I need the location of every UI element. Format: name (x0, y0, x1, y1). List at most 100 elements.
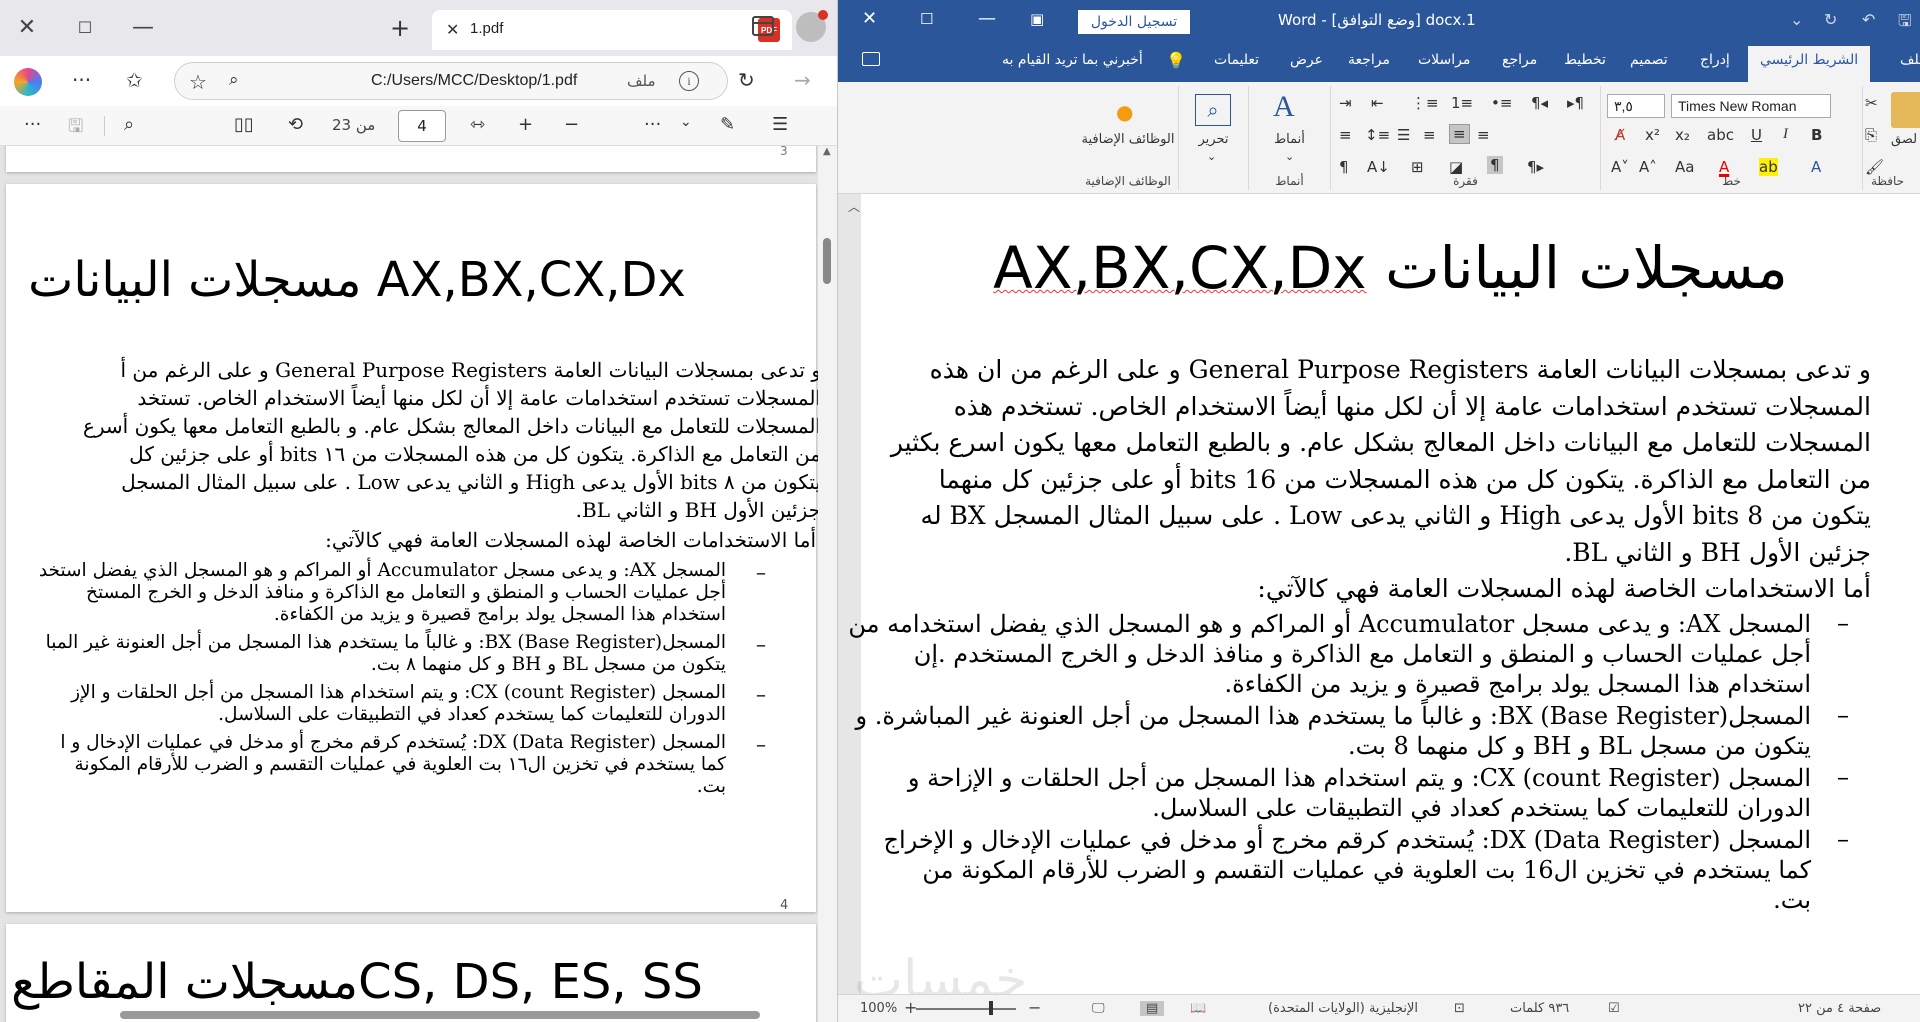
tell-me-input[interactable]: أخبرني بما تريد القيام به (1002, 52, 1143, 68)
new-tab-icon[interactable]: + (390, 14, 410, 42)
indent-icon[interactable]: ⇥ (1339, 94, 1352, 112)
customize-qat-icon[interactable]: ⌄ (1790, 10, 1803, 29)
clear-formatting-icon[interactable]: A̸ (1615, 126, 1625, 144)
more-tools-icon[interactable]: ··· (24, 114, 41, 135)
copy-icon[interactable]: ⎘ (1865, 126, 1877, 144)
zoom-level[interactable]: 100% (860, 1001, 897, 1016)
accessibility-icon[interactable]: ⊡ (1454, 1001, 1465, 1016)
font-name-select[interactable]: Times New Roman (1671, 94, 1831, 118)
rotate-icon[interactable]: ⟲ (288, 114, 303, 135)
read-mode-icon[interactable]: 📖 (1190, 1001, 1206, 1016)
favorites-icon[interactable]: ✩ (126, 68, 143, 92)
more-icon[interactable]: ··· (644, 114, 661, 135)
forward-icon[interactable]: → (794, 68, 811, 92)
pdf-canvas[interactable]: 3 مسجلات البيانات AX,BX,CX,Dx و تدعى بمس… (0, 146, 837, 1022)
align-left-icon[interactable]: ≡ (1423, 126, 1436, 144)
document-body[interactable]: و تدعى بمسجلات البيانات العامة General P… (848, 352, 1871, 915)
tab-actions-icon[interactable] (752, 16, 774, 36)
tab-help[interactable]: تعليمات (1214, 52, 1259, 68)
scrollbar-thumb[interactable] (823, 238, 831, 284)
tab-layout[interactable]: تخطيط (1564, 52, 1606, 68)
justify-icon[interactable]: ☰ (1397, 126, 1410, 144)
proofing-icon[interactable]: ☑ (1608, 1001, 1620, 1016)
zoom-slider-thumb[interactable] (989, 1001, 993, 1015)
search-icon[interactable]: ⌕ (1195, 94, 1231, 126)
refresh-icon[interactable]: ↻ (738, 68, 755, 92)
cut-icon[interactable]: ✂ (1865, 94, 1878, 112)
page-number-input[interactable]: 4 (398, 110, 446, 142)
comments-icon[interactable] (862, 52, 880, 66)
align-center-icon[interactable]: ≡ (1449, 124, 1470, 144)
vertical-scrollbar[interactable]: ▲ (818, 146, 837, 1022)
tab-insert[interactable]: إدراج (1700, 52, 1730, 68)
scroll-up-icon[interactable]: ▲ (823, 146, 831, 157)
zoom-out-icon[interactable]: − (564, 114, 579, 135)
chevron-down-icon[interactable]: ⌄ (1207, 150, 1216, 163)
document-area[interactable]: ︿ AX,BX,CX,Dx مسجلات البيانات و تدعى بمس… (838, 194, 1920, 994)
ltr-icon[interactable]: ▸¶ (1567, 94, 1584, 112)
url-text[interactable]: C:/Users/MCC/Desktop/1.pdf (371, 72, 577, 90)
profile-icon[interactable] (796, 10, 828, 42)
restore-icon[interactable]: ☐ (70, 12, 100, 42)
word-count[interactable]: ٩٣٦ كلمات (1510, 1001, 1569, 1016)
outdent-icon[interactable]: ⇤ (1371, 94, 1384, 112)
draw-icon[interactable]: ✎ (720, 114, 735, 135)
tab-file[interactable]: ملف (1900, 52, 1920, 68)
tab-mailings[interactable]: مراسلات (1418, 52, 1470, 68)
styles-button[interactable]: أنماط (1249, 132, 1330, 147)
line-spacing-icon[interactable]: ↕≡ (1365, 126, 1390, 144)
numbering-icon[interactable]: 1≡ (1451, 94, 1473, 112)
zoom-icon[interactable]: ⌕ (229, 70, 239, 90)
paste-icon[interactable] (1891, 92, 1920, 128)
paragraph-mark-icon[interactable]: ¶ (1487, 156, 1503, 174)
page-view-icon[interactable]: ▯▯ (234, 114, 254, 135)
collapse-ribbon-icon[interactable]: ︿ (848, 198, 860, 215)
zoom-out-icon[interactable]: − (1028, 998, 1041, 1017)
addins-icon[interactable]: ● (1116, 100, 1133, 124)
tab-design[interactable]: تصميم (1630, 52, 1668, 68)
info-icon[interactable]: i (679, 71, 699, 91)
close-icon[interactable]: ✕ (862, 8, 877, 29)
star-icon[interactable]: ☆ (189, 70, 207, 94)
tab-view[interactable]: عرض (1290, 52, 1323, 68)
zoom-slider[interactable] (916, 1008, 1016, 1010)
multilevel-list-icon[interactable]: ⋮≡ (1411, 94, 1439, 112)
page-status[interactable]: صفحة ٤ من ٢٢ (1798, 1001, 1881, 1016)
paste-button[interactable]: لصق (1891, 132, 1917, 147)
undo-icon[interactable]: ↶ (1862, 10, 1875, 29)
redo-icon[interactable]: ↻ (1824, 10, 1837, 29)
document-heading[interactable]: AX,BX,CX,Dx مسجلات البيانات (861, 234, 1920, 302)
document-page[interactable]: AX,BX,CX,Dx مسجلات البيانات و تدعى بمسجل… (848, 194, 1920, 994)
font-size-select[interactable]: ٣,٥ (1607, 94, 1665, 118)
ribbon-display-icon[interactable]: ▣ (1030, 10, 1044, 28)
save-icon[interactable]: 🖫 (68, 114, 83, 144)
save-icon[interactable]: 🖫 (1898, 10, 1912, 37)
minimize-icon[interactable]: — (128, 12, 158, 42)
tab-review[interactable]: مراجعة (1348, 52, 1390, 68)
editing-button[interactable]: تحرير (1179, 132, 1248, 147)
toc-icon[interactable]: ☰ (772, 114, 788, 135)
styles-icon[interactable]: A (1273, 90, 1295, 124)
close-icon[interactable]: ✕ (12, 12, 42, 42)
rtl-icon[interactable]: ¶◂ (1531, 94, 1548, 112)
print-layout-icon[interactable]: ▤ (1140, 1001, 1165, 1016)
underline-icon[interactable]: U (1751, 126, 1762, 144)
tab-close-icon[interactable]: ✕ (446, 20, 459, 39)
tab-home[interactable]: الشريط الرئيسي (1748, 46, 1871, 82)
bullets-icon[interactable]: •≡ (1491, 94, 1512, 112)
restore-icon[interactable]: ☐ (920, 10, 933, 28)
sign-in-button[interactable]: تسجيل الدخول (1078, 10, 1190, 34)
browser-tab[interactable]: ✕ 1.pdf PDF (432, 10, 792, 50)
superscript-icon[interactable]: x² (1645, 126, 1660, 144)
language-status[interactable]: الإنجليزية (الولايات المتحدة) (1268, 1001, 1418, 1016)
search-icon[interactable]: ⌕ (124, 114, 134, 135)
bold-icon[interactable]: B (1811, 126, 1822, 144)
align-right-icon[interactable]: ≡ (1339, 126, 1352, 144)
fit-width-icon[interactable]: ⇿ (470, 114, 485, 135)
zoom-in-icon[interactable]: + (518, 114, 533, 135)
strikethrough-icon[interactable]: abc (1707, 126, 1734, 144)
horizontal-scrollbar-thumb[interactable] (120, 1011, 760, 1019)
address-bar[interactable]: ☆ ⌕ C:/Users/MCC/Desktop/1.pdf ملف i (174, 62, 728, 100)
copilot-icon[interactable] (14, 68, 42, 96)
chevron-down-icon[interactable]: ⌄ (680, 114, 692, 130)
